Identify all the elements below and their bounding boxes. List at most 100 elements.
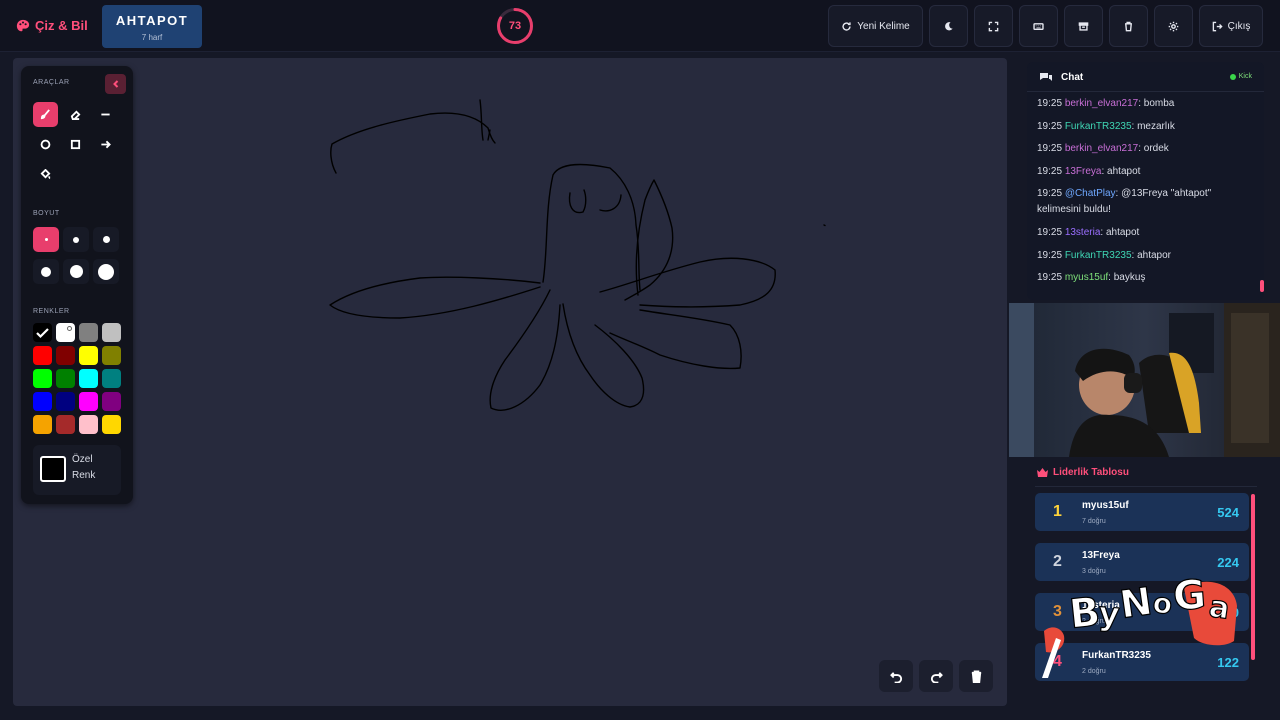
message-user[interactable]: 13Freya bbox=[1065, 166, 1102, 177]
trash-icon bbox=[1125, 21, 1132, 31]
line-icon bbox=[101, 113, 110, 116]
brand: Çiz & Bil bbox=[16, 18, 88, 33]
collapse-panel-button[interactable] bbox=[105, 74, 126, 94]
size-option-2[interactable] bbox=[63, 227, 89, 252]
color-swatch[interactable] bbox=[102, 323, 121, 342]
clear-canvas-button[interactable] bbox=[959, 660, 993, 692]
new-word-button[interactable]: Yeni Kelime bbox=[828, 5, 923, 47]
color-swatch[interactable] bbox=[79, 415, 98, 434]
color-swatch[interactable] bbox=[79, 369, 98, 388]
color-swatch[interactable] bbox=[33, 346, 52, 365]
theme-toggle-button[interactable] bbox=[929, 5, 968, 47]
size-option-4[interactable] bbox=[33, 259, 59, 284]
color-swatch[interactable] bbox=[102, 415, 121, 434]
leaderboard-title: Liderlik Tablosu bbox=[1037, 467, 1129, 478]
custom-color-preview bbox=[40, 456, 66, 482]
webcam-feed bbox=[1009, 303, 1280, 457]
refresh-icon bbox=[842, 21, 851, 31]
settings-button[interactable] bbox=[1154, 5, 1193, 47]
redo-icon bbox=[930, 671, 943, 683]
message-user[interactable]: @ChatPlay bbox=[1065, 188, 1116, 199]
message-user[interactable]: berkin_elvan217 bbox=[1065, 143, 1138, 154]
color-swatch[interactable] bbox=[56, 415, 75, 434]
color-swatch[interactable] bbox=[102, 346, 121, 365]
exit-label: Çıkış bbox=[1227, 20, 1251, 32]
line-tool[interactable] bbox=[93, 102, 118, 127]
secret-word-box: AHTAPOT 7 harf bbox=[102, 5, 202, 48]
color-swatch[interactable] bbox=[33, 392, 52, 411]
chat-message: 19:25 FurkanTR3235: mezarlık bbox=[1037, 119, 1255, 135]
leaderboard-title-text: Liderlik Tablosu bbox=[1053, 467, 1129, 478]
circle-icon bbox=[40, 139, 51, 150]
color-swatch[interactable] bbox=[33, 323, 52, 342]
arrow-right-icon bbox=[101, 140, 111, 149]
color-swatch[interactable] bbox=[56, 369, 75, 388]
message-text: : @13Freya "ahtapot" kelimesini buldu! bbox=[1037, 188, 1212, 216]
message-text: : ahtapor bbox=[1131, 249, 1171, 261]
fill-bucket-icon bbox=[40, 169, 51, 180]
new-word-label: Yeni Kelime bbox=[857, 20, 910, 32]
eraser-tool[interactable] bbox=[63, 102, 88, 127]
eraser-icon bbox=[70, 110, 81, 120]
color-swatch[interactable] bbox=[33, 369, 52, 388]
rectangle-tool[interactable] bbox=[63, 132, 88, 157]
color-swatch[interactable] bbox=[33, 415, 52, 434]
trash-icon bbox=[971, 669, 981, 683]
tool-panel: ARAÇLAR BOYUT RENKLER Özel Renk bbox=[21, 66, 133, 504]
size-label: BOYUT bbox=[33, 210, 60, 217]
message-user[interactable]: FurkanTR3235 bbox=[1065, 250, 1132, 261]
fullscreen-button[interactable] bbox=[974, 5, 1013, 47]
color-swatch[interactable] bbox=[79, 392, 98, 411]
message-user[interactable]: 13steria bbox=[1065, 227, 1101, 238]
custom-color-button[interactable]: Özel Renk bbox=[33, 445, 121, 495]
chat-scrollbar[interactable] bbox=[1260, 280, 1264, 292]
tools-label: ARAÇLAR bbox=[33, 79, 70, 86]
color-swatch[interactable] bbox=[102, 392, 121, 411]
chevron-left-icon bbox=[112, 80, 118, 88]
circle-tool[interactable] bbox=[33, 132, 58, 157]
message-text: : bomba bbox=[1138, 98, 1175, 109]
color-swatch[interactable] bbox=[56, 392, 75, 411]
color-swatch[interactable] bbox=[56, 323, 75, 342]
size-option-1[interactable] bbox=[33, 227, 59, 252]
undo-icon bbox=[889, 671, 902, 683]
comments-icon bbox=[1040, 73, 1052, 81]
color-swatch[interactable] bbox=[102, 369, 121, 388]
keyboard-icon bbox=[1033, 22, 1044, 30]
keyboard-button[interactable] bbox=[1019, 5, 1058, 47]
message-text: : baykuş bbox=[1108, 272, 1146, 284]
message-user[interactable]: myus15uf bbox=[1065, 272, 1108, 283]
undo-button[interactable] bbox=[879, 660, 913, 692]
message-user[interactable]: berkin_elvan217 bbox=[1065, 98, 1138, 109]
color-swatch[interactable] bbox=[79, 346, 98, 365]
exit-button[interactable]: Çıkış bbox=[1199, 5, 1263, 47]
message-user[interactable]: FurkanTR3235 bbox=[1065, 121, 1132, 132]
message-text: : ahtapot bbox=[1101, 165, 1141, 177]
leaderboard-scrollbar[interactable] bbox=[1251, 494, 1255, 660]
size-option-6[interactable] bbox=[93, 259, 119, 284]
size-option-5[interactable] bbox=[63, 259, 89, 284]
player-name: 13Freya bbox=[1082, 550, 1120, 561]
color-swatch[interactable] bbox=[79, 323, 98, 342]
brush-tool[interactable] bbox=[33, 102, 58, 127]
message-time: 19:25 bbox=[1037, 120, 1063, 132]
size-dot bbox=[98, 263, 114, 280]
arrow-tool[interactable] bbox=[93, 132, 118, 157]
size-option-3[interactable] bbox=[93, 227, 119, 252]
expand-icon bbox=[988, 21, 999, 31]
chat-message: 19:25 13steria: ahtapot bbox=[1037, 225, 1255, 241]
custom-color-label-line2: Renk bbox=[72, 470, 96, 481]
size-dot bbox=[73, 236, 79, 243]
clear-button[interactable] bbox=[1109, 5, 1148, 47]
fill-tool[interactable] bbox=[33, 162, 58, 187]
message-time: 19:25 bbox=[1037, 272, 1063, 284]
chat-message: 19:25 berkin_elvan217: bomba bbox=[1037, 96, 1255, 112]
message-time: 19:25 bbox=[1037, 249, 1063, 261]
drawing-canvas[interactable] bbox=[13, 58, 1007, 706]
word-length-hint: 7 harf bbox=[141, 33, 163, 42]
square-icon bbox=[70, 139, 81, 150]
archive-button[interactable] bbox=[1064, 5, 1103, 47]
color-swatch[interactable] bbox=[56, 346, 75, 365]
redo-button[interactable] bbox=[919, 660, 953, 692]
message-text: : ordek bbox=[1138, 143, 1169, 155]
